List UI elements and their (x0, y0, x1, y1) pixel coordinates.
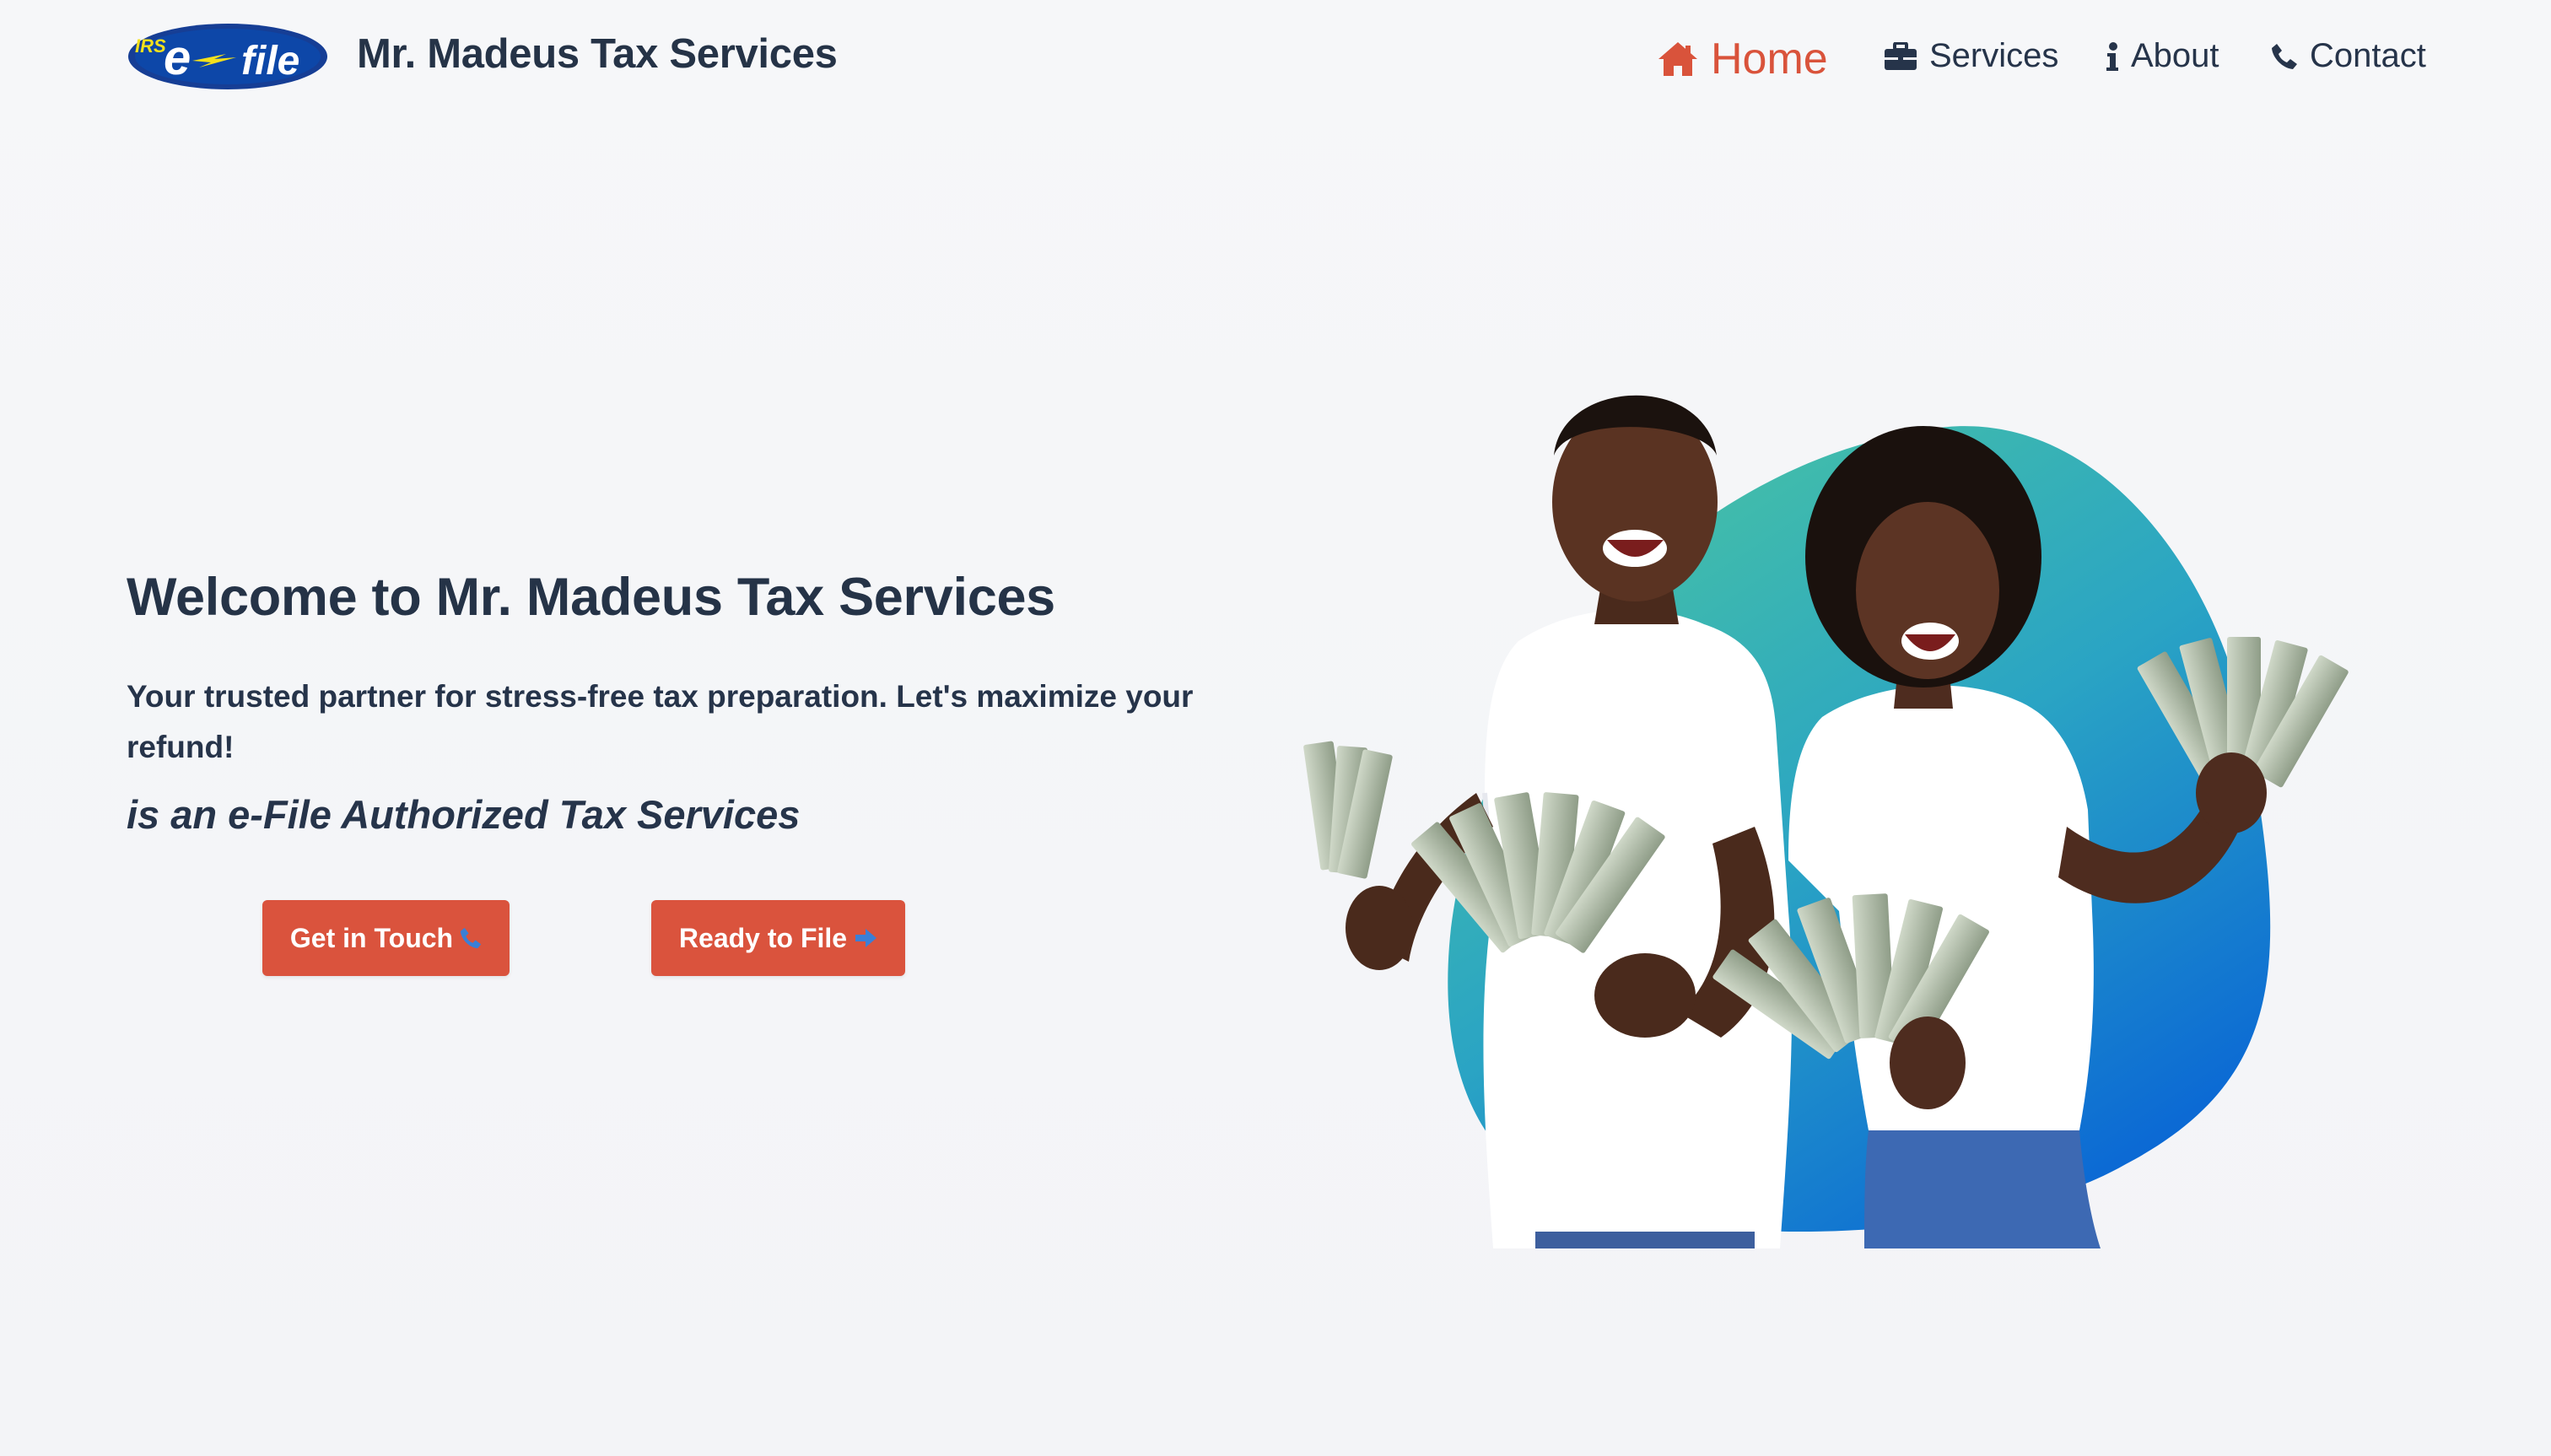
nav-about-label: About (2131, 37, 2219, 74)
nav-contact-label: Contact (2310, 37, 2426, 74)
nav-services-label: Services (1929, 37, 2059, 74)
hero-title: Welcome to Mr. Madeus Tax Services (127, 568, 1055, 627)
get-in-touch-label: Get in Touch (289, 922, 454, 953)
svg-text:e: e (164, 30, 191, 85)
svg-text:file: file (241, 39, 299, 84)
info-icon (2106, 41, 2119, 71)
happy-couple-holding-cash-illustration (1303, 395, 2349, 1248)
get-in-touch-button[interactable]: Get in Touch (262, 900, 510, 976)
phone-icon (460, 927, 482, 949)
phone-icon (2271, 43, 2298, 70)
svg-text:IRS: IRS (135, 35, 166, 57)
nav-contact[interactable]: Contact (2271, 37, 2426, 75)
site-header: IRS e file Mr. Madeus Tax Services Home … (0, 0, 2551, 114)
nav-about[interactable]: About (2106, 37, 2219, 75)
home-icon (1657, 40, 1699, 78)
ready-to-file-label: Ready to File (678, 922, 848, 953)
cash-fan-left (1303, 741, 1393, 879)
nav-home-label: Home (1711, 35, 1828, 84)
irs-e-file-logo-icon: IRS e file (128, 24, 327, 89)
nav-home[interactable]: Home (1657, 34, 1828, 84)
briefcase-icon (1884, 41, 1917, 71)
nav-services[interactable]: Services (1884, 37, 2058, 75)
arrow-right-icon (854, 927, 877, 949)
ready-to-file-button[interactable]: Ready to File (651, 900, 905, 976)
irs-e-file-logo[interactable]: IRS e file (127, 22, 329, 91)
hero-tagline: is an e-File Authorized Tax Services (127, 792, 801, 837)
hero-subtitle: Your trusted partner for stress-free tax… (127, 679, 1194, 764)
brand-name[interactable]: Mr. Madeus Tax Services (357, 30, 838, 78)
